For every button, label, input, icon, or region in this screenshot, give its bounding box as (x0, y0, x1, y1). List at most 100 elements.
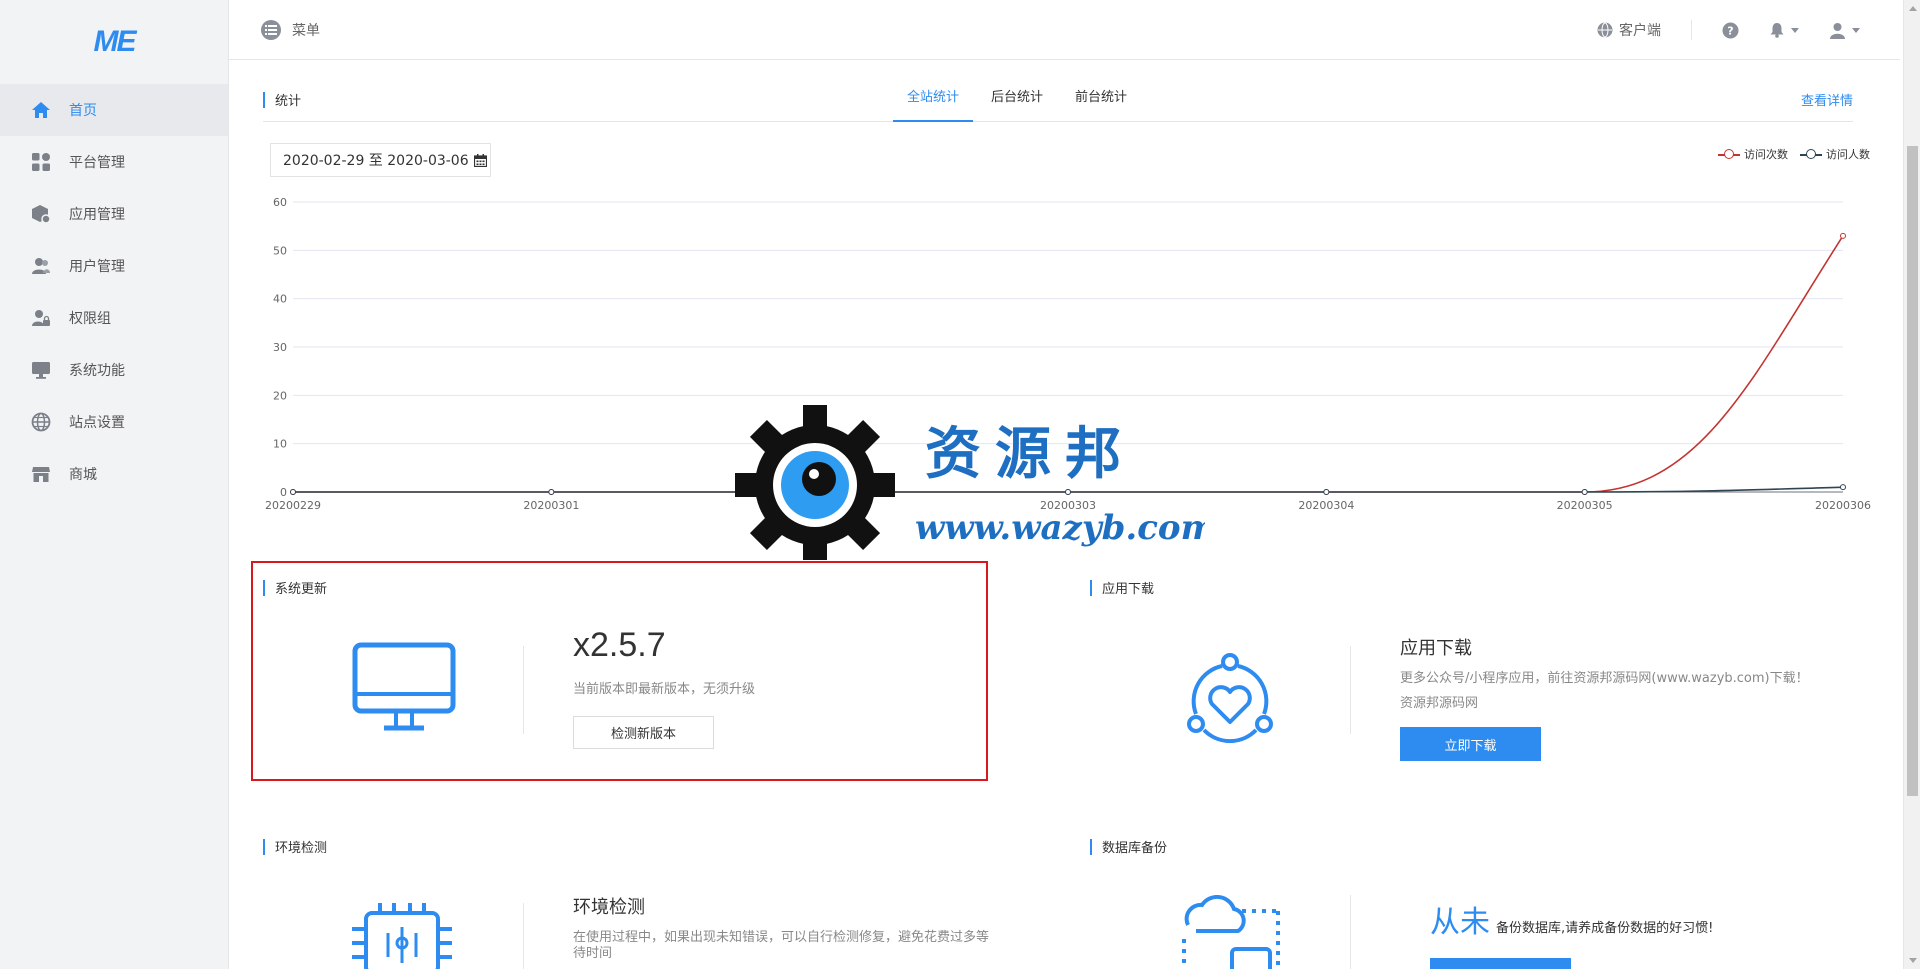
data-point (1323, 489, 1330, 495)
stats-tabs: 全站统计 后台统计 前台统计 (893, 88, 1145, 122)
tab-backend-stats[interactable]: 后台统计 (977, 88, 1057, 122)
user-avatar-icon (1829, 22, 1846, 39)
topbar: 菜单 客户端 ? (229, 0, 1900, 60)
users-icon (30, 255, 52, 277)
title-accent-bar (263, 579, 265, 596)
chip-icon (352, 903, 452, 969)
title-accent-bar (1090, 579, 1092, 596)
sidebar-item-store[interactable]: 商城 (0, 448, 228, 500)
help-icon: ? (1722, 22, 1739, 39)
sidebar-item-label: 应用管理 (69, 207, 125, 223)
sidebar-item-apps[interactable]: 应用管理 (0, 188, 228, 240)
env-check-heading: 环境检测 (573, 897, 645, 918)
sidebar-item-platform[interactable]: 平台管理 (0, 136, 228, 188)
client-label: 客户端 (1619, 23, 1661, 39)
stats-title: 统计 (263, 90, 301, 109)
env-check-title-text: 环境检测 (275, 841, 328, 856)
date-range-picker[interactable]: 2020-02-29 至 2020-03-06 (270, 143, 491, 177)
db-backup-brand: 从未 (1430, 905, 1490, 940)
data-point (1581, 489, 1588, 495)
stats-title-text: 统计 (275, 94, 302, 109)
legend-marker (1800, 149, 1822, 159)
heart-share-icon (1187, 653, 1273, 744)
y-tick-label: 40 (273, 293, 287, 306)
data-point (548, 489, 555, 495)
store-icon (30, 463, 52, 485)
logo[interactable]: ME (0, 0, 228, 84)
chart-legend: 访问次数 访问人数 (1706, 146, 1870, 162)
stats-header: 统计 全站统计 后台统计 前台统计 查看详情 (263, 88, 1853, 122)
view-details-link[interactable]: 查看详情 (1801, 90, 1853, 109)
watermark-url: www.wazyb.com (915, 508, 1205, 548)
scroll-up-icon[interactable] (1909, 6, 1917, 11)
legend-marker (1718, 149, 1740, 159)
sidebar: ME 首页 平台管理 应用管理 用户管理 权限组 系统功能 站点设置 商城 (0, 0, 229, 969)
env-check-desc: 在使用过程中，如果出现未知错误，可以自行检测修复，避免花费过多等 (573, 930, 990, 945)
monitor-icon (352, 642, 456, 731)
x-tick-label: 20200229 (265, 499, 321, 512)
tab-frontend-stats[interactable]: 前台统计 (1061, 88, 1141, 122)
scrollbar-thumb[interactable] (1907, 146, 1918, 796)
cloud-backup-icon (1182, 895, 1280, 969)
sidebar-item-label: 站点设置 (69, 415, 125, 431)
sidebar-item-home[interactable]: 首页 (0, 84, 228, 136)
chevron-down-icon (1852, 27, 1860, 33)
sidebar-item-system[interactable]: 系统功能 (0, 344, 228, 396)
download-now-button[interactable]: 立即下载 (1400, 727, 1541, 761)
user-menu-button[interactable] (1829, 22, 1860, 39)
data-point (290, 489, 296, 495)
scroll-down-icon[interactable] (1909, 958, 1917, 963)
version-number: x2.5.7 (573, 626, 666, 664)
legend-item-visits[interactable]: 访问次数 (1718, 146, 1788, 162)
env-check-title: 环境检测 (263, 837, 327, 856)
app-download-heading: 应用下载 (1400, 638, 1472, 659)
db-backup-desc: 备份数据库,请养成备份数据的好习惯! (1496, 921, 1714, 936)
sidebar-item-label: 权限组 (69, 311, 111, 327)
y-tick-label: 0 (280, 486, 287, 499)
home-icon (30, 99, 52, 121)
app-download-title-text: 应用下载 (1102, 582, 1155, 597)
title-accent-bar (263, 91, 265, 108)
legend-label: 访问人数 (1826, 148, 1870, 161)
card-divider (1350, 646, 1351, 734)
app-download-desc: 更多公众号/小程序应用，前往资源邦源码网(www.wazyb.com)下载！ (1400, 671, 1809, 686)
menu-label: 菜单 (292, 23, 320, 39)
data-point (1840, 232, 1846, 239)
sidebar-item-site-settings[interactable]: 站点设置 (0, 396, 228, 448)
env-check-desc-2: 待时间 (573, 946, 613, 961)
page-scrollbar[interactable] (1903, 0, 1920, 969)
x-tick-label: 20200305 (1557, 499, 1613, 512)
client-globe-icon (1597, 22, 1613, 38)
backup-now-button[interactable] (1430, 958, 1571, 969)
check-update-button[interactable]: 检测新版本 (573, 716, 714, 749)
sidebar-item-roles[interactable]: 权限组 (0, 292, 228, 344)
tab-site-stats[interactable]: 全站统计 (893, 88, 974, 122)
topbar-actions: 客户端 ? (1567, 20, 1860, 40)
sidebar-item-users[interactable]: 用户管理 (0, 240, 228, 292)
system-update-title-text: 系统更新 (275, 582, 328, 597)
notifications-button[interactable] (1769, 22, 1799, 38)
card-divider (1350, 895, 1351, 969)
watermark-title: 资源邦 (925, 421, 1135, 487)
sidebar-item-label: 用户管理 (69, 259, 125, 275)
x-tick-label: 20200304 (1298, 499, 1354, 512)
version-status: 当前版本即最新版本，无须升级 (573, 682, 756, 697)
monitor-icon (30, 359, 52, 381)
y-tick-label: 50 (273, 244, 287, 257)
client-button[interactable]: 客户端 (1597, 20, 1661, 40)
sidebar-item-label: 平台管理 (69, 155, 125, 171)
legend-item-visitors[interactable]: 访问人数 (1800, 146, 1870, 162)
sidebar-item-label: 商城 (69, 467, 97, 483)
title-accent-bar (1090, 838, 1092, 855)
legend-label: 访问次数 (1744, 148, 1788, 161)
sidebar-item-label: 系统功能 (69, 363, 125, 379)
menu-toggle-button[interactable]: 菜单 (261, 20, 320, 40)
title-accent-bar (263, 838, 265, 855)
chevron-down-icon (1791, 27, 1799, 33)
data-point (1840, 484, 1846, 491)
card-divider (523, 903, 524, 969)
gear-icon (735, 405, 895, 560)
cube-icon (30, 203, 52, 225)
help-button[interactable]: ? (1722, 22, 1739, 39)
svg-text:?: ? (1727, 24, 1733, 37)
